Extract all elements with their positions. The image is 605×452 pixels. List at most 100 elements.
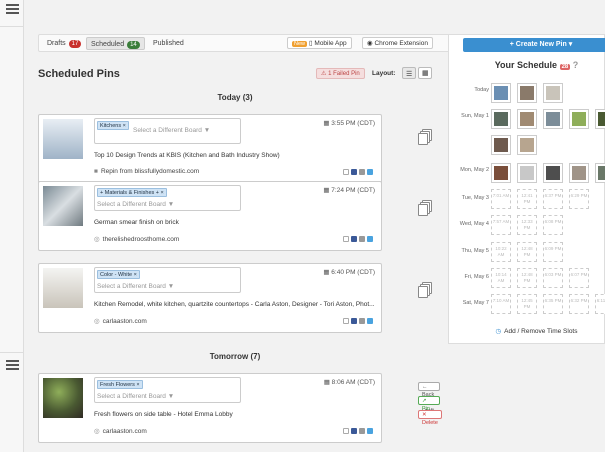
empty-time-slot[interactable]: 10:22 AM bbox=[491, 242, 511, 262]
empty-time-slot[interactable]: 6:32 PM bbox=[569, 294, 589, 314]
pin-thumbnail[interactable] bbox=[43, 378, 83, 418]
schedule-slot[interactable] bbox=[569, 163, 589, 183]
failed-pins-label: 1 Failed Pin bbox=[328, 71, 360, 77]
schedule-slot[interactable] bbox=[595, 163, 605, 183]
empty-time-slot[interactable]: 6:29 PM bbox=[569, 189, 589, 209]
pin-source[interactable]: ◎ carlaaston.com bbox=[94, 427, 147, 435]
empty-time-slot[interactable]: 12:45 PM bbox=[517, 294, 537, 314]
back-to-draft-button[interactable]: ← Back to Draft bbox=[418, 382, 440, 414]
facebook-icon[interactable] bbox=[351, 169, 357, 175]
empty-time-slot[interactable]: 7:01 AM bbox=[491, 189, 511, 209]
pin-time[interactable]: ▦ 7:24 PM (CDT) bbox=[323, 186, 375, 194]
drag-handle-icon[interactable] bbox=[418, 282, 432, 298]
pin-source[interactable]: ◎ therelishedroosthome.com bbox=[94, 235, 179, 243]
checkbox-icon[interactable] bbox=[343, 169, 349, 175]
empty-time-slot[interactable]: 12:48 PM bbox=[517, 242, 537, 262]
schedule-slot[interactable] bbox=[543, 163, 563, 183]
pin-description[interactable]: Fresh flowers on side table - Hotel Emma… bbox=[94, 411, 379, 418]
pin-time[interactable]: ▦ 3:55 PM (CDT) bbox=[323, 119, 375, 127]
board-selector[interactable]: + Materials & Finishes + × Select a Diff… bbox=[94, 185, 241, 211]
menu-icon[interactable] bbox=[6, 360, 19, 370]
twitter-icon[interactable] bbox=[367, 428, 373, 434]
facebook-icon[interactable] bbox=[351, 236, 357, 242]
board-selector[interactable]: Fresh Flowers × Select a Different Board… bbox=[94, 377, 241, 403]
pin-description[interactable]: Top 10 Design Trends at KBIS (Kitchen an… bbox=[94, 152, 379, 159]
board-selector[interactable]: Kitchens × Select a Different Board ▼ bbox=[94, 118, 241, 144]
schedule-slot[interactable] bbox=[543, 109, 563, 129]
empty-time-slot[interactable]: 6:03 PM bbox=[543, 268, 563, 288]
day-header-today: Today (3) bbox=[217, 93, 253, 102]
twitter-icon[interactable] bbox=[367, 169, 373, 175]
mobile-app-button[interactable]: New ▯ Mobile App bbox=[287, 37, 352, 49]
empty-time-slot[interactable]: 6:11 PM bbox=[595, 294, 605, 314]
pin-thumbnail[interactable] bbox=[43, 186, 83, 226]
board-chip[interactable]: Fresh Flowers × bbox=[97, 380, 143, 389]
pin-thumbnail[interactable] bbox=[43, 268, 83, 308]
menu-icon[interactable] bbox=[6, 4, 19, 14]
twitter-icon[interactable] bbox=[367, 236, 373, 242]
drag-handle-icon[interactable] bbox=[418, 200, 432, 216]
schedule-slot[interactable] bbox=[517, 83, 537, 103]
pin-description[interactable]: German smear finish on brick bbox=[94, 219, 379, 226]
pin-time[interactable]: ▦ 6:40 PM (CDT) bbox=[323, 268, 375, 276]
pin-source[interactable]: ■ Repin from blissfullydomestic.com bbox=[94, 168, 199, 175]
delete-button[interactable]: ✕ Delete bbox=[418, 410, 442, 426]
empty-time-slot[interactable]: 6:35 PM bbox=[543, 294, 563, 314]
schedule-slot[interactable] bbox=[595, 109, 605, 129]
board-selector[interactable]: Color - White × Select a Different Board… bbox=[94, 267, 241, 293]
empty-time-slot[interactable]: 7:57 AM bbox=[491, 215, 511, 235]
schedule-slot[interactable] bbox=[491, 135, 511, 155]
grid-layout-button[interactable]: ▦ bbox=[418, 67, 432, 79]
schedule-slot[interactable] bbox=[569, 109, 589, 129]
schedule-slot[interactable] bbox=[517, 109, 537, 129]
tab-drafts[interactable]: Drafts 17 bbox=[43, 37, 85, 50]
help-icon[interactable]: ? bbox=[573, 60, 579, 70]
empty-time-slot[interactable]: 12:33 PM bbox=[517, 215, 537, 235]
add-remove-time-slots-link[interactable]: ◷ Add / Remove Time Slots bbox=[449, 327, 605, 335]
board-chip[interactable]: + Materials & Finishes + × bbox=[97, 188, 167, 197]
empty-time-slot[interactable]: 6:09 PM bbox=[543, 242, 563, 262]
twitter-icon[interactable] bbox=[367, 318, 373, 324]
pin-source-label: Repin from blissfullydomestic.com bbox=[100, 168, 200, 175]
schedule-slot[interactable] bbox=[491, 163, 511, 183]
network-icon[interactable] bbox=[359, 236, 365, 242]
schedule-slot[interactable] bbox=[543, 83, 563, 103]
schedule-slot[interactable] bbox=[517, 135, 537, 155]
tab-published[interactable]: Published bbox=[149, 37, 188, 50]
empty-time-slot[interactable]: 12:48 PM bbox=[517, 268, 537, 288]
chrome-extension-button[interactable]: ◉ Chrome Extension bbox=[362, 37, 433, 49]
pin-description[interactable]: Kitchen Remodel, white kitchen, quartzit… bbox=[94, 301, 379, 308]
day-label: Wed, May 4 bbox=[459, 221, 489, 227]
schedule-title-label: Your Schedule bbox=[494, 60, 558, 70]
facebook-icon[interactable] bbox=[351, 428, 357, 434]
board-chip[interactable]: Kitchens × bbox=[97, 121, 129, 130]
schedule-slot[interactable] bbox=[517, 163, 537, 183]
empty-time-slot[interactable]: 6:07 PM bbox=[569, 268, 589, 288]
network-icon[interactable] bbox=[359, 428, 365, 434]
empty-time-slot[interactable]: 10:14 AM bbox=[491, 268, 511, 288]
pin-now-button[interactable]: ➚ Pin Now bbox=[418, 396, 440, 420]
schedule-slot[interactable] bbox=[491, 83, 511, 103]
social-toggles bbox=[341, 236, 373, 244]
pin-thumbnail[interactable] bbox=[43, 119, 83, 159]
checkbox-icon[interactable] bbox=[343, 318, 349, 324]
empty-time-slot[interactable]: 6:37 PM bbox=[543, 189, 563, 209]
create-new-pin-button[interactable]: + Create New Pin ▾ bbox=[463, 38, 605, 52]
grid-icon: ▦ bbox=[422, 70, 429, 77]
checkbox-icon[interactable] bbox=[343, 428, 349, 434]
tab-scheduled[interactable]: Scheduled 14 bbox=[86, 37, 145, 50]
list-layout-button[interactable]: ☰ bbox=[402, 67, 416, 79]
schedule-slot[interactable] bbox=[491, 109, 511, 129]
drag-handle-icon[interactable] bbox=[418, 129, 432, 145]
empty-time-slot[interactable]: 12:41 PM bbox=[517, 189, 537, 209]
failed-pins-badge[interactable]: ⚠ 1 Failed Pin bbox=[316, 68, 365, 79]
empty-time-slot[interactable]: 7:10 AM bbox=[491, 294, 511, 314]
board-chip[interactable]: Color - White × bbox=[97, 270, 140, 279]
pin-source[interactable]: ◎ carlaaston.com bbox=[94, 317, 147, 325]
checkbox-icon[interactable] bbox=[343, 236, 349, 242]
network-icon[interactable] bbox=[359, 169, 365, 175]
empty-time-slot[interactable]: 6:08 PM bbox=[543, 215, 563, 235]
facebook-icon[interactable] bbox=[351, 318, 357, 324]
network-icon[interactable] bbox=[359, 318, 365, 324]
pin-time[interactable]: ▦ 8:06 AM (CDT) bbox=[324, 378, 375, 386]
